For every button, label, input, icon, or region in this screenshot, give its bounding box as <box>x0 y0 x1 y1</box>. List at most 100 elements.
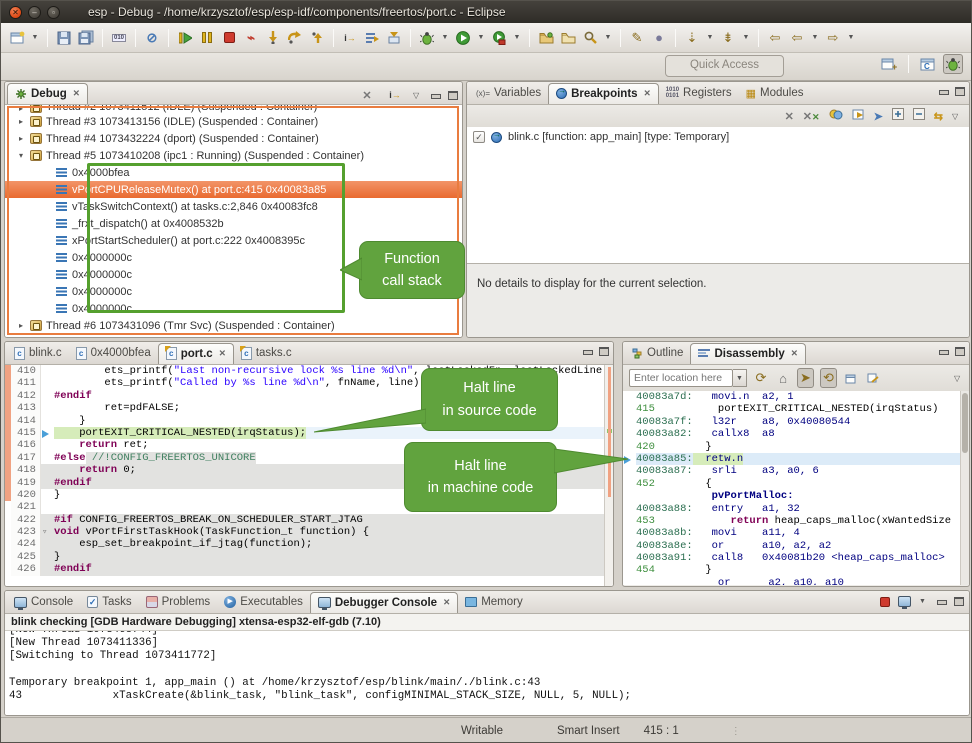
maximize-view-icon[interactable] <box>955 347 965 356</box>
tab-executables[interactable]: ▶Executables <box>217 592 310 613</box>
use-step-filters-icon[interactable] <box>362 28 382 48</box>
next-annotation-icon[interactable]: ⇟ <box>718 28 738 48</box>
open-resource-icon[interactable] <box>558 28 578 48</box>
debug-tree-row[interactable]: ▸ Thread #3 1073413156 (IDLE) (Suspended… <box>5 113 462 130</box>
close-tab-icon[interactable]: ✕ <box>219 348 226 359</box>
minimize-view-icon[interactable] <box>430 91 440 100</box>
disassembly-line[interactable]: 40083a82: callx8 a8 <box>623 428 969 440</box>
minimize-view-icon[interactable] <box>936 597 946 606</box>
terminate-console-icon[interactable] <box>880 597 890 607</box>
debug-tree-row[interactable]: 0x4000000c <box>5 300 462 317</box>
breakpoint-row[interactable]: ✓ blink.c [function: app_main] [type: Te… <box>473 131 963 143</box>
track-pc-toggle[interactable]: ➤ <box>797 368 814 388</box>
run-icon[interactable] <box>453 28 473 48</box>
quick-access-button[interactable]: Quick Access <box>665 55 784 77</box>
disassembly-line[interactable]: 40083a87: srli a3, a0, 6 <box>623 465 969 477</box>
terminate-icon[interactable] <box>219 28 239 48</box>
editor-tab-tasks[interactable]: ctasks.c <box>234 343 299 364</box>
tab-modules[interactable]: ▦Modules <box>739 83 811 104</box>
drop-to-frame-icon[interactable] <box>384 28 404 48</box>
disassembly-line[interactable]: 452 { <box>623 478 969 490</box>
disassembly-line[interactable]: 453 return heap_caps_malloc(xWantedSize <box>623 515 969 527</box>
tab-disassembly[interactable]: Disassembly✕ <box>690 343 805 364</box>
code-line[interactable]: 425 } <box>5 551 613 563</box>
link-with-debug-icon[interactable]: ⇆ <box>934 110 943 123</box>
editor-tab-address[interactable]: c0x4000bfea <box>69 343 158 364</box>
disassembly-line[interactable]: 40083a88: entry a1, 32 <box>623 503 969 515</box>
disassembly-line[interactable]: pvPortMalloc: <box>623 490 969 502</box>
console-menu-arrow[interactable]: ▼ <box>919 598 928 605</box>
tab-console[interactable]: Console <box>7 592 80 613</box>
cpp-perspective-button[interactable]: C <box>918 54 938 74</box>
tab-variables[interactable]: (x)=Variables <box>469 83 548 104</box>
code-line[interactable]: 424 esp_set_breakpoint_if_jtag(function)… <box>5 538 613 550</box>
debug-tree-row[interactable]: vTaskSwitchContext() at tasks.c:2,846 0x… <box>5 198 462 215</box>
disassembly-line[interactable]: or a2, a10, a10 <box>623 577 969 585</box>
close-tab-icon[interactable]: ✕ <box>443 597 450 608</box>
last-edit-location-icon[interactable]: ⇣ <box>682 28 702 48</box>
disassembly-line[interactable]: 40083a91: call8 0x40081b20 <heap_caps_ma… <box>623 552 969 564</box>
minimize-view-icon[interactable] <box>582 347 592 356</box>
disassembly-line[interactable]: 40083a7d: movi.n a2, 1 <box>623 391 969 403</box>
step-return-icon[interactable] <box>307 28 327 48</box>
build-ball-icon[interactable]: ● <box>649 28 669 48</box>
last-edit-menu-arrow[interactable]: ▼ <box>704 28 716 48</box>
tab-outline[interactable]: Outline <box>625 343 690 364</box>
external-tools-icon[interactable] <box>489 28 509 48</box>
new-wizard-menu-arrow[interactable]: ▼ <box>29 28 41 48</box>
debug-tree-row[interactable]: 0x4000bfea <box>5 164 462 181</box>
forward-history-icon[interactable]: ⇨ <box>823 28 843 48</box>
instruction-stepping-icon[interactable]: i→ <box>340 28 360 48</box>
view-menu-icon[interactable]: ▽ <box>954 374 963 383</box>
skip-all-breakpoints-icon[interactable]: ⊘ <box>142 28 162 48</box>
tab-registers[interactable]: 10100101Registers <box>659 83 739 104</box>
collapse-all-icon[interactable] <box>913 107 925 125</box>
open-element-icon[interactable] <box>536 28 556 48</box>
back-history-icon[interactable]: ⇦ <box>787 28 807 48</box>
save-all-icon[interactable] <box>76 28 96 48</box>
tab-debugger-console[interactable]: Debugger Console✕ <box>310 592 458 613</box>
instruction-stepping-toggle-icon[interactable]: i→ <box>385 85 405 105</box>
debug-tree-row[interactable]: _frxt_dispatch() at 0x4008532b <box>5 215 462 232</box>
debug-icon[interactable] <box>417 28 437 48</box>
view-menu-icon[interactable]: ▽ <box>413 91 422 100</box>
run-menu-arrow[interactable]: ▼ <box>475 28 487 48</box>
debug-tree-row[interactable]: ▸ Thread #2 1073411512 (IDLE) (Suspended… <box>5 105 462 113</box>
forward-menu-arrow[interactable]: ▼ <box>845 28 857 48</box>
open-source-icon[interactable] <box>865 368 881 388</box>
tab-breakpoints[interactable]: Breakpoints✕ <box>548 83 659 104</box>
resume-icon[interactable] <box>175 28 195 48</box>
binary-editor-icon[interactable]: 010 <box>109 28 129 48</box>
close-tab-icon[interactable]: ✕ <box>73 88 80 99</box>
step-into-icon[interactable] <box>263 28 283 48</box>
editor-tab-blink[interactable]: cblink.c <box>7 343 69 364</box>
view-menu-icon[interactable]: ▽ <box>952 112 961 121</box>
window-maximize-button[interactable]: ▫ <box>47 6 60 19</box>
disassembly-line[interactable]: 40083a8b: movi a11, 4 <box>623 527 969 539</box>
refresh-view-icon[interactable]: ⟳ <box>753 368 769 388</box>
debug-tree-row[interactable]: ▸ Thread #6 1073431096 (Tmr Svc) (Suspen… <box>5 317 462 334</box>
disassembly-line[interactable]: 40083a85: retw.n <box>623 453 969 465</box>
maximize-view-icon[interactable] <box>448 91 458 100</box>
disassembly-line[interactable]: 40083a8e: or a10, a2, a2 <box>623 540 969 552</box>
tab-tasks[interactable]: ✓Tasks <box>80 592 138 613</box>
search-menu-arrow[interactable]: ▼ <box>602 28 614 48</box>
tab-memory[interactable]: Memory <box>458 592 530 613</box>
minimize-view-icon[interactable] <box>938 347 948 356</box>
overview-ruler[interactable] <box>604 365 613 587</box>
location-input[interactable] <box>629 369 733 387</box>
disassembly-content[interactable]: 40083a7d: movi.n a2, 1 415 portEXIT_CRIT… <box>623 391 969 585</box>
new-wizard-icon[interactable] <box>7 28 27 48</box>
goto-file-icon[interactable] <box>852 107 865 125</box>
tab-problems[interactable]: Problems <box>139 592 218 613</box>
close-tab-icon[interactable]: ✕ <box>644 88 651 99</box>
remove-all-terminated-icon[interactable]: ✕ <box>357 85 377 105</box>
debug-perspective-button[interactable] <box>943 54 963 74</box>
window-close-button[interactable]: ✕ <box>9 6 22 19</box>
external-tools-menu-arrow[interactable]: ▼ <box>511 28 523 48</box>
disconnect-icon[interactable]: ⌁ <box>241 28 261 48</box>
new-view-icon[interactable] <box>843 368 859 388</box>
remove-all-breakpoints-icon[interactable]: ✕✕ <box>803 110 820 123</box>
tab-debug[interactable]: Debug ✕ <box>7 83 88 104</box>
sync-context-toggle[interactable]: ⟲ <box>820 368 837 388</box>
